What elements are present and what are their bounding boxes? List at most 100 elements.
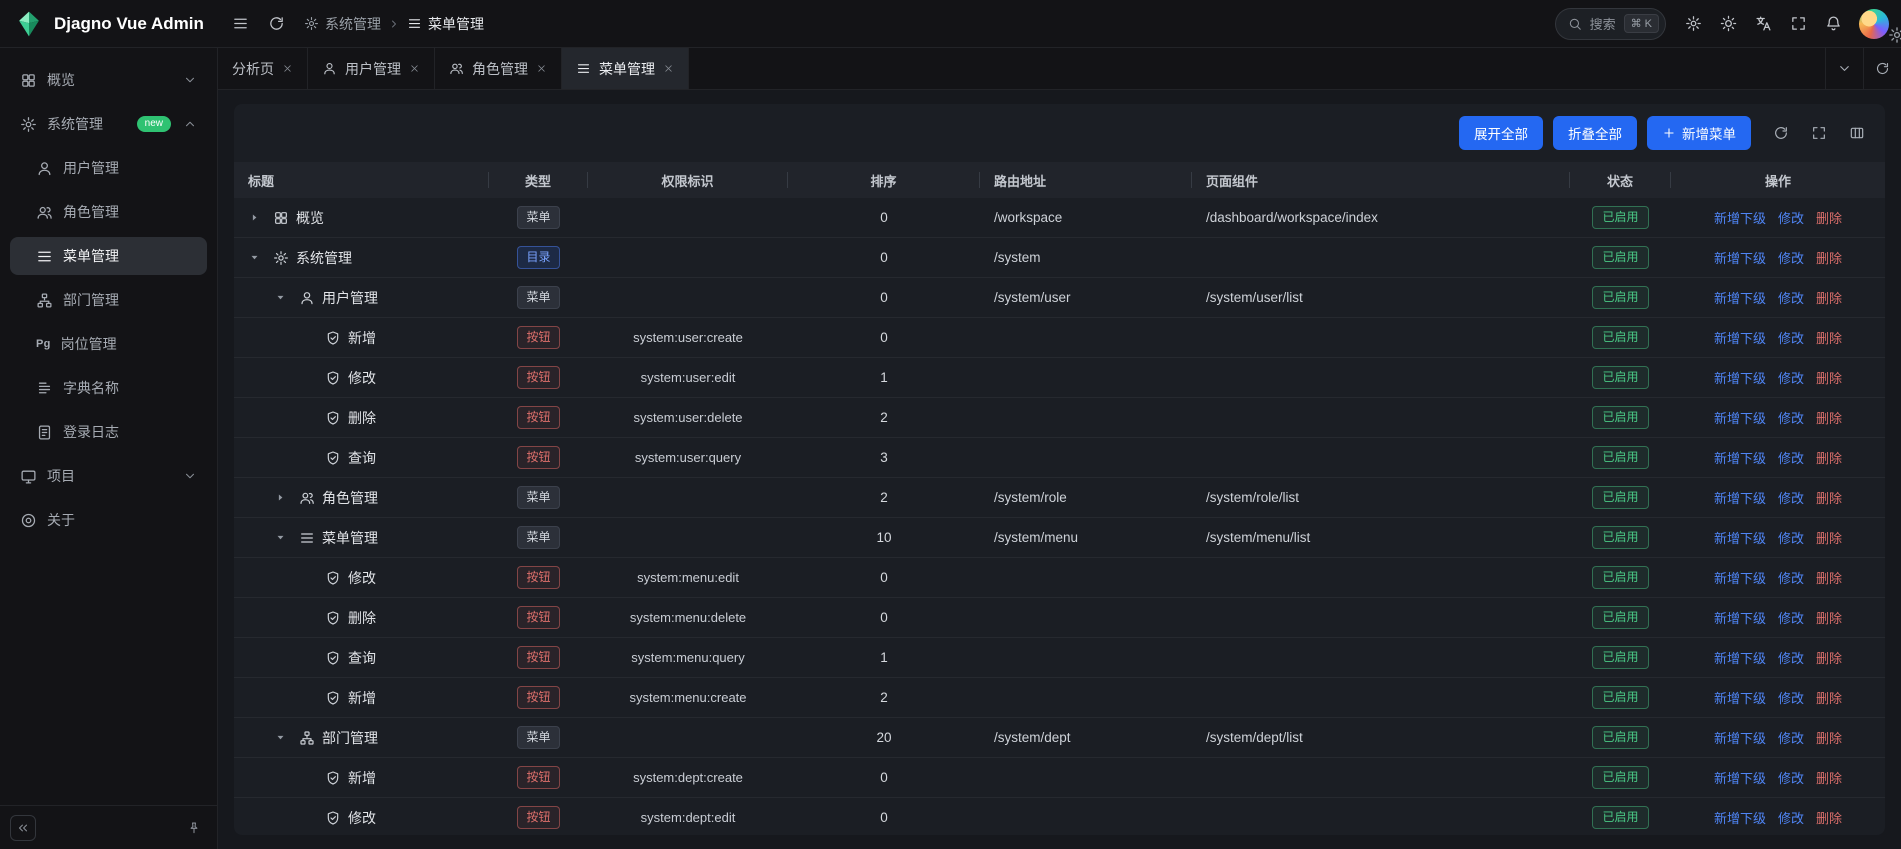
collapse-all-button[interactable]: 折叠全部 [1553, 116, 1637, 150]
sidebar-item-6[interactable]: Pg岗位管理 [10, 325, 207, 363]
add-child-action[interactable]: 新增下级 [1714, 528, 1766, 547]
delete-action[interactable]: 删除 [1816, 528, 1842, 547]
add-child-action[interactable]: 新增下级 [1714, 728, 1766, 747]
delete-action[interactable]: 删除 [1816, 808, 1842, 827]
fullscreen-button[interactable] [1782, 8, 1814, 40]
edit-action[interactable]: 修改 [1778, 288, 1804, 307]
sidebar-item-10[interactable]: 关于 [10, 501, 207, 539]
tabs-dropdown-button[interactable] [1825, 48, 1863, 89]
theme-toggle-button[interactable] [1712, 8, 1744, 40]
user-avatar[interactable] [1859, 9, 1889, 39]
delete-action[interactable]: 删除 [1816, 728, 1842, 747]
pin-sidebar-button[interactable] [181, 815, 207, 841]
sidebar-item-3[interactable]: 角色管理 [10, 193, 207, 231]
content: 展开全部折叠全部新增菜单 标题类型权限标识排序路由地址页面组件状态操作 概览 菜… [218, 90, 1901, 849]
tab-3[interactable]: 菜单管理 [562, 48, 689, 89]
add-child-action[interactable]: 新增下级 [1714, 768, 1766, 787]
collapse-row-icon[interactable] [274, 291, 292, 304]
collapse-row-icon[interactable] [274, 531, 292, 544]
edit-action[interactable]: 修改 [1778, 448, 1804, 467]
tab-0[interactable]: 分析页 [218, 48, 308, 89]
expand-row-icon[interactable] [274, 491, 292, 504]
add-child-action[interactable]: 新增下级 [1714, 688, 1766, 707]
edit-action[interactable]: 修改 [1778, 248, 1804, 267]
edit-action[interactable]: 修改 [1778, 528, 1804, 547]
language-button[interactable] [1747, 8, 1779, 40]
sidebar-toggle-button[interactable] [224, 8, 256, 40]
sidebar-item-9[interactable]: 项目 [10, 457, 207, 495]
edit-action[interactable]: 修改 [1778, 648, 1804, 667]
permission-code: system:dept:edit [588, 810, 788, 825]
add-child-action[interactable]: 新增下级 [1714, 568, 1766, 587]
delete-action[interactable]: 删除 [1816, 408, 1842, 427]
add-child-action[interactable]: 新增下级 [1714, 808, 1766, 827]
breadcrumb-item[interactable]: 系统管理 [304, 14, 381, 34]
fullscreen-button[interactable] [1807, 121, 1831, 145]
sidebar-item-4[interactable]: 菜单管理 [10, 237, 207, 275]
refresh-page-button[interactable] [260, 8, 292, 40]
add-child-action[interactable]: 新增下级 [1714, 368, 1766, 387]
search-placeholder: 搜索 [1590, 14, 1616, 33]
edit-action[interactable]: 修改 [1778, 728, 1804, 747]
button-label: 展开全部 [1474, 123, 1528, 143]
sidebar-item-2[interactable]: 用户管理 [10, 149, 207, 187]
refresh-button[interactable] [1769, 121, 1793, 145]
sidebar-item-0[interactable]: 概览 [10, 61, 207, 99]
delete-action[interactable]: 删除 [1816, 608, 1842, 627]
sidebar-item-5[interactable]: 部门管理 [10, 281, 207, 319]
delete-action[interactable]: 删除 [1816, 688, 1842, 707]
collapse-row-icon[interactable] [274, 731, 292, 744]
sidebar-item-8[interactable]: 登录日志 [10, 413, 207, 451]
edit-action[interactable]: 修改 [1778, 328, 1804, 347]
refresh-tab-button[interactable] [1863, 48, 1901, 89]
edit-action[interactable]: 修改 [1778, 768, 1804, 787]
delete-action[interactable]: 删除 [1816, 448, 1842, 467]
add-child-action[interactable]: 新增下级 [1714, 328, 1766, 347]
close-tab-icon[interactable] [536, 63, 547, 74]
delete-action[interactable]: 删除 [1816, 208, 1842, 227]
theme-settings-icon[interactable] [1888, 26, 1901, 49]
delete-action[interactable]: 删除 [1816, 648, 1842, 667]
edit-action[interactable]: 修改 [1778, 368, 1804, 387]
delete-action[interactable]: 删除 [1816, 368, 1842, 387]
delete-action[interactable]: 删除 [1816, 768, 1842, 787]
close-tab-icon[interactable] [663, 63, 674, 74]
sidebar-item-7[interactable]: 字典名称 [10, 369, 207, 407]
notifications-button[interactable] [1817, 8, 1849, 40]
add-child-action[interactable]: 新增下级 [1714, 288, 1766, 307]
collapse-row-icon[interactable] [248, 251, 266, 264]
edit-action[interactable]: 修改 [1778, 408, 1804, 427]
add-child-action[interactable]: 新增下级 [1714, 648, 1766, 667]
add-child-action[interactable]: 新增下级 [1714, 448, 1766, 467]
add-menu-button[interactable]: 新增菜单 [1647, 116, 1751, 150]
expand-all-button[interactable]: 展开全部 [1459, 116, 1543, 150]
tab-1[interactable]: 用户管理 [308, 48, 435, 89]
edit-action[interactable]: 修改 [1778, 808, 1804, 827]
add-child-action[interactable]: 新增下级 [1714, 248, 1766, 267]
collapse-sidebar-button[interactable] [10, 815, 36, 841]
delete-action[interactable]: 删除 [1816, 248, 1842, 267]
edit-action[interactable]: 修改 [1778, 688, 1804, 707]
edit-action[interactable]: 修改 [1778, 488, 1804, 507]
delete-action[interactable]: 删除 [1816, 288, 1842, 307]
delete-action[interactable]: 删除 [1816, 328, 1842, 347]
edit-action[interactable]: 修改 [1778, 568, 1804, 587]
tab-2[interactable]: 角色管理 [435, 48, 562, 89]
delete-action[interactable]: 删除 [1816, 568, 1842, 587]
search-input[interactable]: 搜索 ⌘ K [1555, 8, 1666, 40]
close-tab-icon[interactable] [409, 63, 420, 74]
delete-action[interactable]: 删除 [1816, 488, 1842, 507]
add-child-action[interactable]: 新增下级 [1714, 208, 1766, 227]
edit-action[interactable]: 修改 [1778, 608, 1804, 627]
add-child-action[interactable]: 新增下级 [1714, 408, 1766, 427]
add-child-action[interactable]: 新增下级 [1714, 488, 1766, 507]
expand-row-icon[interactable] [248, 211, 266, 224]
add-child-action[interactable]: 新增下级 [1714, 608, 1766, 627]
edit-action[interactable]: 修改 [1778, 208, 1804, 227]
breadcrumb-item[interactable]: 菜单管理 [407, 14, 484, 34]
close-tab-icon[interactable] [282, 63, 293, 74]
column-settings-button[interactable] [1845, 121, 1869, 145]
settings-button[interactable] [1677, 8, 1709, 40]
sidebar-item-1[interactable]: 系统管理new [10, 105, 207, 143]
brand[interactable]: Djagno Vue Admin [0, 10, 218, 38]
